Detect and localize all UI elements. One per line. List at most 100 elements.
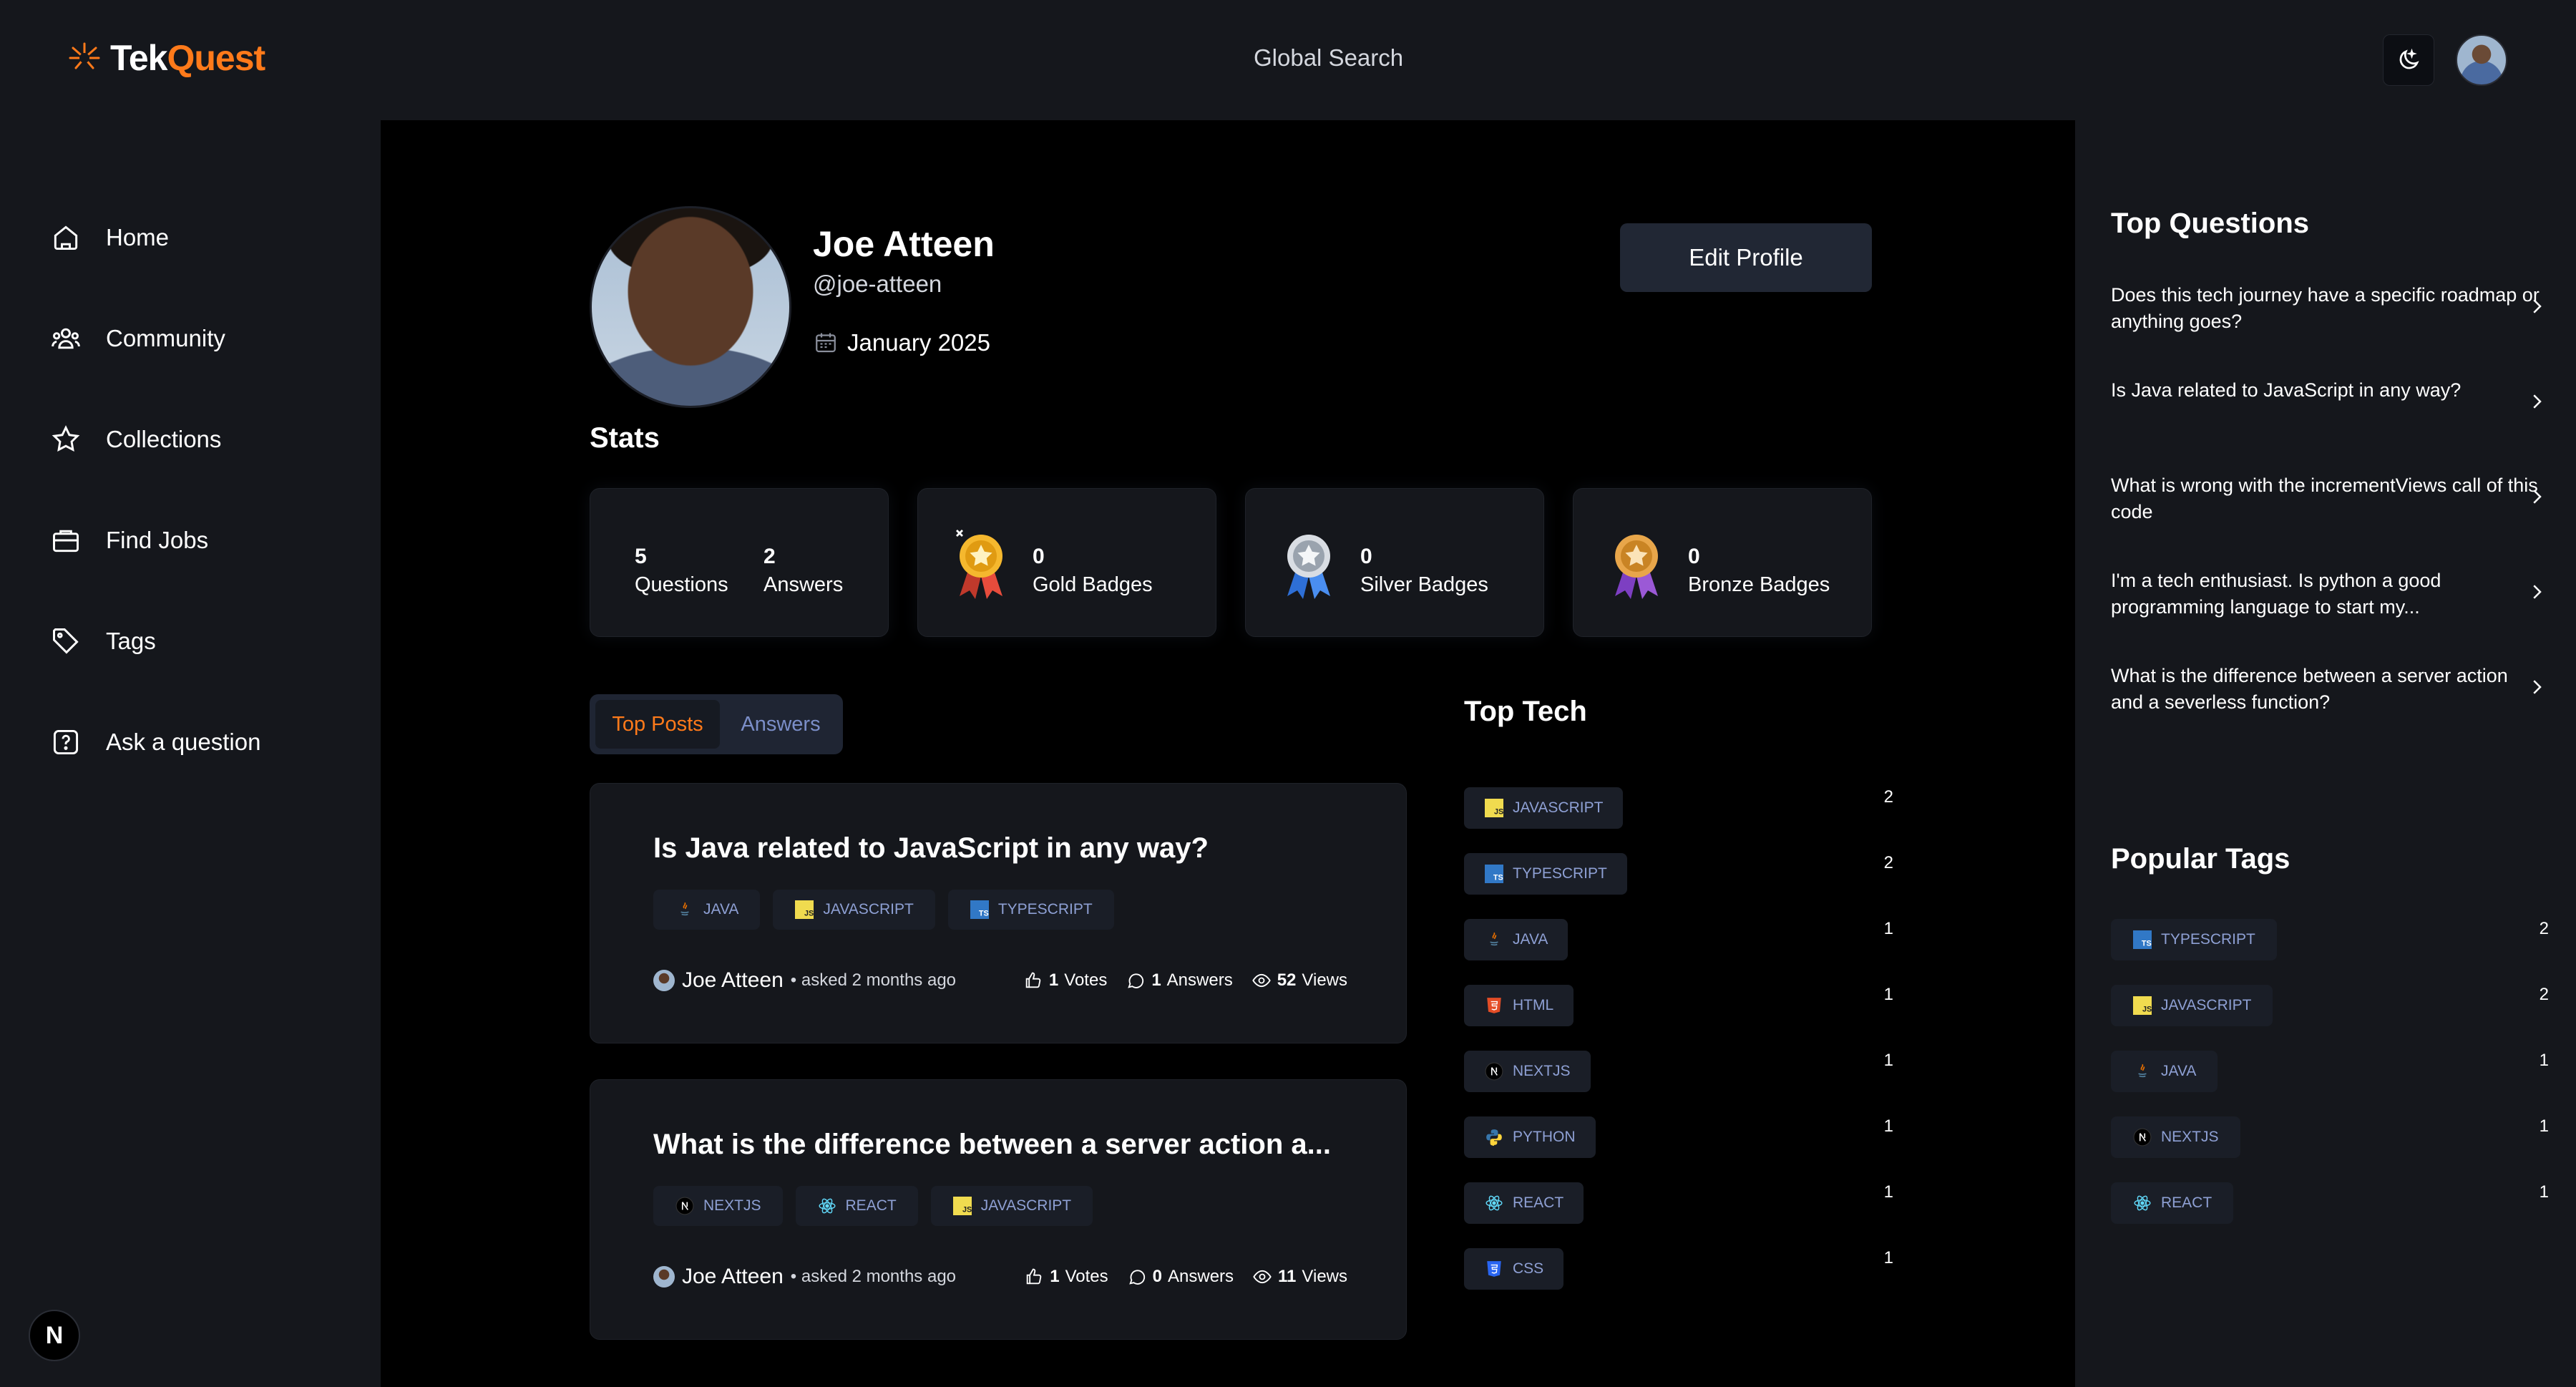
tag-javascript[interactable]: JS JAVASCRIPT bbox=[773, 890, 935, 930]
n-badge[interactable]: N bbox=[29, 1310, 80, 1361]
chevron-right-icon[interactable] bbox=[2526, 486, 2547, 507]
tech-row: REACT 1 bbox=[1464, 1182, 1893, 1248]
sidebar-item-label: Home bbox=[106, 224, 170, 250]
stat-questions: 5 Questions bbox=[635, 545, 728, 597]
tag-label: NEXTJS bbox=[2161, 1129, 2219, 1145]
answers-metric: 1 Answers bbox=[1126, 970, 1233, 991]
tech-row: CSS 1 bbox=[1464, 1248, 1893, 1314]
stat-card-posts: 5 Questions 2 Answers bbox=[590, 488, 889, 637]
post-card[interactable]: What is the difference between a server … bbox=[590, 1079, 1407, 1340]
svg-text:JS: JS bbox=[1494, 808, 1503, 817]
sidebar-item-community[interactable]: Community bbox=[50, 323, 225, 354]
tag-nextjs[interactable]: NEXTJS bbox=[1464, 1051, 1591, 1092]
tag-java[interactable]: JAVA bbox=[653, 890, 761, 930]
votes-label: Votes bbox=[1065, 1267, 1108, 1286]
tag-react[interactable]: REACT bbox=[1464, 1182, 1584, 1224]
tag-javascript[interactable]: JS JAVASCRIPT bbox=[1464, 787, 1624, 829]
tab-top-posts[interactable]: Top Posts bbox=[595, 700, 720, 749]
stat-card-gold: 0 Gold Badges bbox=[917, 488, 1216, 637]
popular-tag-row: NEXTJS 1 bbox=[2111, 1116, 2549, 1158]
tag-typescript[interactable]: TS TYPESCRIPT bbox=[2111, 919, 2277, 960]
sidebar-item-ask-question[interactable]: Ask a question bbox=[50, 726, 260, 758]
tag-typescript[interactable]: TS TYPESCRIPT bbox=[1464, 853, 1627, 895]
post-metrics: 1 Votes 0 Answers 11 Views bbox=[1024, 1267, 1347, 1287]
sidebar-item-home[interactable]: Home bbox=[50, 222, 169, 253]
tech-row: JAVA 1 bbox=[1464, 919, 1893, 985]
tag-count: 1 bbox=[2539, 1116, 2549, 1136]
svg-text:JS: JS bbox=[962, 1206, 972, 1215]
tag-label: TYPESCRIPT bbox=[2161, 931, 2255, 948]
tag-python[interactable]: PYTHON bbox=[1464, 1116, 1596, 1158]
bronze-medal-icon bbox=[1615, 535, 1658, 599]
tech-row: TS TYPESCRIPT 2 bbox=[1464, 853, 1893, 919]
tech-count: 1 bbox=[1883, 919, 1893, 938]
tag-javascript[interactable]: JS JAVASCRIPT bbox=[930, 1186, 1093, 1226]
top-question-item[interactable]: What is the difference between a server … bbox=[2111, 663, 2540, 716]
tag-react[interactable]: REACT bbox=[795, 1186, 918, 1226]
tag-java[interactable]: JAVA bbox=[1464, 919, 1568, 960]
tag-label: REACT bbox=[845, 1197, 897, 1214]
author-name[interactable]: Joe Atteen bbox=[682, 968, 784, 993]
tag-label: NEXTJS bbox=[703, 1197, 761, 1214]
global-search[interactable]: Global Search bbox=[1254, 44, 1403, 72]
top-question-item[interactable]: What is wrong with the incrementViews ca… bbox=[2111, 472, 2540, 525]
tag-css[interactable]: CSS bbox=[1464, 1248, 1564, 1290]
tag-label: JAVASCRIPT bbox=[980, 1197, 1072, 1214]
javascript-icon: JS bbox=[794, 900, 814, 920]
tag-nextjs[interactable]: NEXTJS bbox=[2111, 1116, 2240, 1158]
sidebar-item-label: Collections bbox=[106, 426, 222, 452]
tag-java[interactable]: JAVA bbox=[2111, 1051, 2218, 1092]
top-tech-list: JS JAVASCRIPT 2 TS TYPESCRIPT 2 JAVA 1 HTM… bbox=[1464, 787, 1893, 1314]
tag-nextjs[interactable]: NEXTJS bbox=[653, 1186, 783, 1226]
post-title[interactable]: Is Java related to JavaScript in any way… bbox=[653, 832, 1209, 865]
chevron-right-icon[interactable] bbox=[2526, 391, 2547, 412]
tag-label: JAVA bbox=[703, 901, 739, 918]
tag-label: JAVASCRIPT bbox=[1513, 799, 1604, 816]
sidebar-item-find-jobs[interactable]: Find Jobs bbox=[50, 525, 208, 556]
edit-profile-button[interactable]: Edit Profile bbox=[1620, 223, 1872, 292]
sidebar-item-label: Find Jobs bbox=[106, 527, 209, 553]
top-question-item[interactable]: Does this tech journey have a specific r… bbox=[2111, 282, 2540, 335]
tag-label: JAVA bbox=[1513, 931, 1548, 948]
python-icon bbox=[1484, 1127, 1504, 1147]
gold-medal-icon bbox=[956, 530, 1002, 599]
chevron-right-icon[interactable] bbox=[2526, 296, 2547, 317]
tab-answers[interactable]: Answers bbox=[727, 700, 834, 749]
theme-toggle-button[interactable] bbox=[2383, 34, 2434, 86]
author-avatar bbox=[653, 1266, 675, 1288]
logo[interactable]: TekQuest bbox=[66, 37, 265, 79]
tag-typescript[interactable]: TS TYPESCRIPT bbox=[947, 890, 1114, 930]
sidebar-item-collections[interactable]: Collections bbox=[50, 424, 221, 455]
tag-count: 2 bbox=[2539, 919, 2549, 938]
post-card[interactable]: Is Java related to JavaScript in any way… bbox=[590, 783, 1407, 1043]
thumbs-up-icon bbox=[1025, 972, 1041, 988]
tag-label: PYTHON bbox=[1513, 1129, 1576, 1145]
typescript-icon: TS bbox=[1484, 864, 1504, 884]
tag-html[interactable]: HTML bbox=[1464, 985, 1574, 1026]
javascript-icon: JS bbox=[952, 1196, 972, 1216]
views-value: 11 bbox=[1278, 1267, 1297, 1286]
tag-javascript[interactable]: JS JAVASCRIPT bbox=[2111, 985, 2273, 1026]
sidebar-item-tags[interactable]: Tags bbox=[50, 626, 156, 657]
top-question-item[interactable]: Is Java related to JavaScript in any way… bbox=[2111, 377, 2540, 404]
post-metrics: 1 Votes 1 Answers 52 Views bbox=[1023, 970, 1347, 991]
html-icon bbox=[1484, 996, 1504, 1016]
tag-react[interactable]: REACT bbox=[2111, 1182, 2234, 1224]
user-avatar[interactable] bbox=[2456, 34, 2507, 86]
votes-metric: 1 Votes bbox=[1024, 1267, 1108, 1287]
author-name[interactable]: Joe Atteen bbox=[682, 1265, 784, 1289]
chevron-right-icon[interactable] bbox=[2526, 581, 2547, 603]
tag-label: TYPESCRIPT bbox=[1513, 865, 1607, 882]
author-avatar bbox=[653, 970, 675, 991]
logo-icon bbox=[69, 42, 100, 69]
nextjs-icon bbox=[2132, 1127, 2152, 1147]
comment-icon bbox=[1128, 973, 1144, 988]
tag-count: 1 bbox=[2539, 1051, 2549, 1070]
asked-time: • asked 2 months ago bbox=[790, 1267, 957, 1286]
post-title[interactable]: What is the difference between a server … bbox=[653, 1129, 1331, 1161]
top-question-item[interactable]: I'm a tech enthusiast. Is python a good … bbox=[2111, 568, 2540, 620]
post-tags: NEXTJS REACT JS JAVASCRIPT bbox=[653, 1186, 1093, 1226]
question-icon bbox=[53, 729, 79, 755]
chevron-right-icon[interactable] bbox=[2526, 676, 2547, 698]
silver-medal-icon bbox=[1287, 535, 1330, 599]
